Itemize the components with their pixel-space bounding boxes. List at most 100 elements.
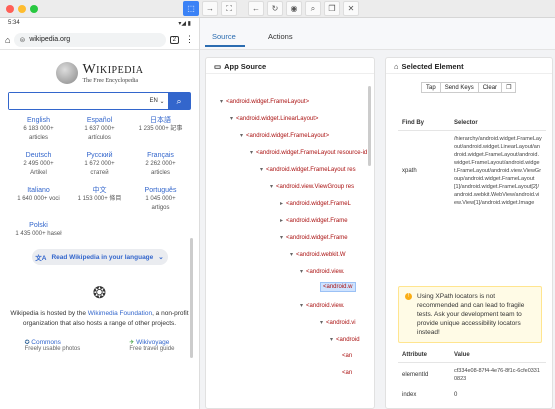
wikipedia-search-input[interactable] xyxy=(9,93,146,109)
warning-icon: ! xyxy=(405,293,412,300)
sister-projects: ✪ Commons Freely usable photos ✈ Wikivoya… xyxy=(0,339,199,352)
tab-count-button[interactable]: 2 xyxy=(169,35,179,44)
copy-attributes-button[interactable]: ❐ xyxy=(501,82,517,93)
device-scrollbar[interactable] xyxy=(190,238,193,358)
caret-right-icon: ▸ xyxy=(280,201,284,207)
language-link[interactable]: Italiano 1 640 000+ voci xyxy=(8,186,69,213)
swipe-icon[interactable]: → xyxy=(202,1,218,16)
tree-node[interactable]: ▾ <android.view. xyxy=(300,302,345,309)
read-in-language-button[interactable]: 文A Read Wikipedia in your language ⌄ xyxy=(31,249,168,265)
tree-node[interactable]: ▾ <android.view. xyxy=(300,268,345,275)
attribute-value[interactable]: cf334e08-87f4-4e76-8f1c-6cfe03310823 xyxy=(450,363,546,388)
wikipedia-wordmark: Wikipedia xyxy=(82,62,144,77)
tree-node[interactable]: ▾ <android.vi xyxy=(320,319,356,326)
caret-down-icon: ▾ xyxy=(290,252,294,258)
tree-node-label: <android.vi xyxy=(326,320,356,326)
tree-node[interactable]: ▾ <android.webkit.W xyxy=(290,251,346,258)
language-link[interactable]: English 6 183 000+ articles xyxy=(8,116,69,143)
attribute-name: elementId xyxy=(402,372,429,378)
language-name: 日本語 xyxy=(150,117,171,124)
tree-node-selected[interactable]: <android.w xyxy=(320,282,356,292)
sister-project-desc: Freely usable photos xyxy=(24,346,81,352)
refresh-icon[interactable]: ↻ xyxy=(267,1,283,16)
attribute-value[interactable]: 0 xyxy=(450,387,546,403)
tree-node-label: <android.widget.FrameL xyxy=(286,201,351,207)
quit-icon[interactable]: ✕ xyxy=(343,1,359,16)
language-link[interactable]: Deutsch 2 495 000+ Artikel xyxy=(8,151,69,178)
language-link[interactable]: Português 1 045 000+ artigos xyxy=(130,186,191,213)
tree-node[interactable]: ▾ <android.view.ViewGroup res xyxy=(270,183,354,190)
language-link[interactable]: 日本語 1 235 000+ 記事 xyxy=(130,116,191,143)
active-tab-indicator xyxy=(205,45,245,47)
language-count: 1 153 000+ 條目 xyxy=(77,196,122,202)
copy-icon[interactable]: ❐ xyxy=(324,1,340,16)
language-link[interactable]: Русский 1 672 000+ статей xyxy=(69,151,130,178)
device-screen: 5:34 ▾◢ ▮ ⌂ ⊜ wikipedia.org 2 ⋮ Wikipedi… xyxy=(0,18,200,409)
value-header: Value xyxy=(450,348,546,363)
tree-node[interactable]: ▸ <android.widget.FrameL xyxy=(280,200,351,207)
home-icon[interactable]: ⌂ xyxy=(5,35,10,45)
search-language-select[interactable]: EN ⌄ xyxy=(146,93,168,109)
sister-project-wikivoyage[interactable]: ✈ Wikivoyage Free travel guide xyxy=(129,339,174,352)
language-name: English xyxy=(27,117,50,124)
read-in-language-label: Read Wikipedia in your language xyxy=(51,253,154,261)
show-hide-icon[interactable]: ◉ xyxy=(286,1,302,16)
wikipedia-search-button[interactable]: ⌕ xyxy=(168,93,190,109)
tree-node[interactable]: ▾ <android xyxy=(330,336,360,343)
search-icon[interactable]: ⌕ xyxy=(305,1,321,16)
tree-node[interactable]: <an xyxy=(342,353,352,359)
address-field[interactable]: ⊜ wikipedia.org xyxy=(14,32,166,47)
caret-down-icon: ▾ xyxy=(270,184,274,190)
tree-node-label: <android.widget.LinearLayout> xyxy=(236,116,319,122)
browser-url-bar: ⌂ ⊜ wikipedia.org 2 ⋮ xyxy=(0,30,199,50)
status-bar: 5:34 ▾◢ ▮ xyxy=(0,18,199,30)
site-info-icon[interactable]: ⊜ xyxy=(19,36,25,44)
language-link[interactable]: Español 1 637 000+ artículos xyxy=(69,116,130,143)
xpath-value[interactable]: /hierarchy/android.widget.FrameLayout/an… xyxy=(450,131,546,212)
language-unit: artigos xyxy=(151,205,170,211)
tree-node[interactable]: <an xyxy=(342,370,352,376)
caret-down-icon: ▾ xyxy=(280,235,284,241)
tree-node[interactable]: ▾ <android.widget.FrameLayout> xyxy=(240,132,329,139)
sister-project-commons[interactable]: ✪ Commons Freely usable photos xyxy=(25,339,81,352)
wikimedia-foundation-link[interactable]: Wikimedia Foundation xyxy=(88,310,152,317)
language-count: 6 183 000+ xyxy=(23,126,54,132)
language-unit: Artikel xyxy=(30,170,47,176)
tree-node[interactable]: ▾ <android.widget.Frame xyxy=(280,234,348,241)
clear-button[interactable]: Clear xyxy=(477,82,503,93)
send-keys-button[interactable]: Send Keys xyxy=(439,82,479,93)
tree-node[interactable]: ▾ <android.widget.FrameLayout resource-id xyxy=(250,149,367,156)
tree-node-label: <android.webkit.W xyxy=(296,252,346,258)
tree-node[interactable]: ▾ <android.widget.FrameLayout> xyxy=(220,98,309,105)
tab-source[interactable]: Source xyxy=(212,32,236,41)
tap-button[interactable]: Tap xyxy=(421,82,441,93)
caret-down-icon: ▾ xyxy=(240,133,244,139)
tab-actions[interactable]: Actions xyxy=(268,32,293,41)
minimize-window-button[interactable] xyxy=(18,5,26,13)
language-link[interactable]: Polski 1 435 000+ haseł xyxy=(8,221,69,239)
maximize-window-button[interactable] xyxy=(30,5,38,13)
select-element-icon[interactable]: ⬚ xyxy=(183,1,199,16)
browser-menu-icon[interactable]: ⋮ xyxy=(185,34,194,45)
tree-scrollbar[interactable] xyxy=(368,86,371,166)
app-source-panel: ▭ App Source ▾ <android.widget.FrameLayout… xyxy=(205,57,375,409)
tap-coordinates-icon[interactable]: ⛶ xyxy=(221,1,237,16)
tree-node-label: <android xyxy=(336,337,360,343)
tree-node[interactable]: ▾ <android.widget.LinearLayout> xyxy=(230,115,318,122)
tree-node-label: <android.widget.Frame xyxy=(286,218,348,224)
sister-project-name: Wikivoyage xyxy=(136,339,170,346)
tree-node-label: <android.widget.Frame xyxy=(286,235,348,241)
language-count: 1 637 000+ xyxy=(84,126,115,132)
language-link[interactable]: 中文 1 153 000+ 條目 xyxy=(69,186,130,213)
tag-icon: ⌂ xyxy=(394,62,399,71)
language-link[interactable]: Français 2 262 000+ articles xyxy=(130,151,191,178)
tree-node-label: <android.widget.FrameLayout> xyxy=(246,133,330,139)
tree-node[interactable]: ▾ <android.widget.FrameLayout res xyxy=(260,166,356,173)
caret-down-icon: ▾ xyxy=(230,116,234,122)
xpath-warning-text: Using XPath locators is not recommended … xyxy=(417,293,525,336)
close-window-button[interactable] xyxy=(6,5,14,13)
wikipedia-logo: Wikipedia The Free Encyclopedia xyxy=(0,62,199,84)
tree-node[interactable]: ▸ <android.widget.Frame xyxy=(280,217,348,224)
back-icon[interactable]: ← xyxy=(248,1,264,16)
caret-down-icon: ▾ xyxy=(250,150,254,156)
